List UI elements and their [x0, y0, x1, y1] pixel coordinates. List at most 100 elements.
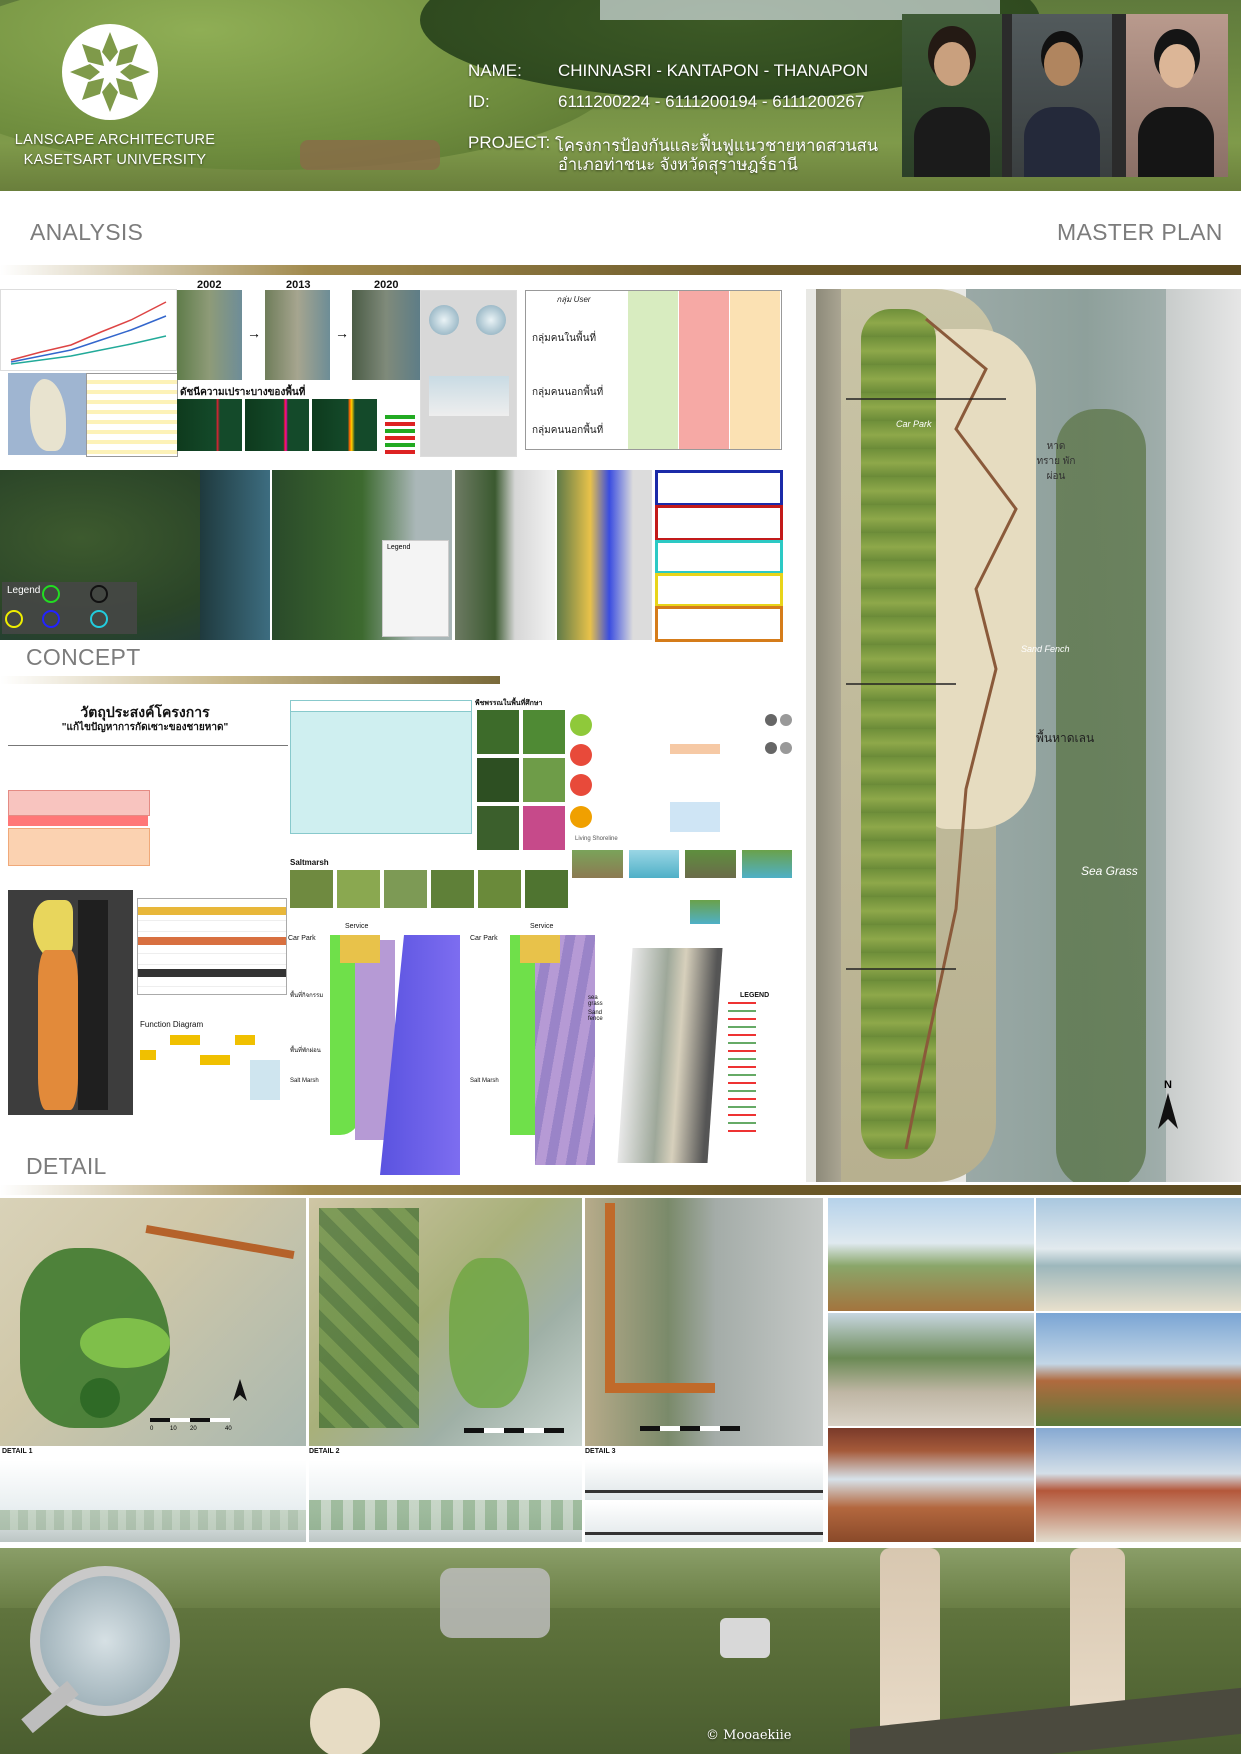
shoreline-blocks — [572, 850, 792, 878]
master-plan-drawing: Car Park หาดทราย พักผ่อน Sand Fench พื้น… — [806, 289, 1241, 1182]
detail-label-3: DETAIL 3 — [585, 1448, 616, 1455]
note-yellow — [655, 573, 783, 607]
zone-label: พื้นที่กิจกรรม — [290, 993, 324, 999]
team-photo-2 — [1012, 14, 1112, 177]
notebook-icon — [440, 1568, 550, 1638]
university-logo-icon — [62, 24, 158, 120]
column-orange — [730, 291, 780, 449]
perspective-pavilion — [828, 1428, 1034, 1542]
detail-plan-3 — [585, 1198, 823, 1446]
team-photo-3 — [1126, 14, 1228, 177]
land-use-map: Legend — [0, 470, 270, 640]
column-red — [679, 291, 729, 449]
section-title-analysis: ANALYSIS — [30, 219, 144, 245]
vulnerability-legend — [385, 415, 415, 455]
zone-map-b — [557, 470, 652, 640]
mp-label-sea-grass: Sea Grass — [1081, 864, 1138, 878]
zone-label: Salt Marsh — [290, 1078, 319, 1084]
detail-label-1: DETAIL 1 — [2, 1448, 33, 1455]
analysis-notes — [655, 470, 783, 642]
user-group-2: กลุ่มคนนอกพื้นที่ — [532, 387, 604, 398]
objective-box-red — [8, 790, 150, 816]
note-cyan — [655, 540, 783, 574]
perspective-deck — [1036, 1428, 1241, 1542]
zone-label: Car Park — [470, 935, 498, 942]
team-photos — [902, 14, 1228, 177]
zone-label: Service — [345, 923, 369, 930]
divider-band — [0, 265, 1241, 275]
zone-label: Car Park — [288, 935, 316, 942]
section-title-concept: CONCEPT — [26, 644, 141, 670]
divider-band — [0, 676, 500, 684]
legend-title: Legend — [7, 585, 41, 596]
zone-label: Salt Marsh — [470, 1078, 499, 1084]
university-line1: LANSCAPE ARCHITECTURE — [14, 132, 216, 148]
user-analysis-table: กลุ่ม User กลุ่มคนในพื้นที่ กลุ่มคนนอกพื… — [525, 290, 782, 450]
zone-label: Service — [530, 923, 554, 930]
sea-level-lines — [10, 301, 167, 365]
vulnerability-title: ดัชนีความเปราะบางของพื้นที่ — [180, 387, 306, 398]
project-line2: อำเภอท่าชนะ จังหวัดสุราษฎร์ธานี — [558, 156, 798, 174]
user-header: กลุ่ม User — [556, 295, 591, 304]
arrow-right-icon: → — [247, 325, 261, 341]
program-table — [137, 898, 287, 995]
zoning-diagram-1: Car Park Service พื้นที่กิจกรรม พื้นที่พ… — [288, 923, 475, 1175]
function-diagram-title: Function Diagram — [140, 1020, 204, 1029]
boardwalk-path — [846, 317, 1018, 1150]
zone-map — [8, 890, 133, 1115]
detail-plan-1: 0 10 20 40 — [0, 1198, 306, 1446]
detail-board: 0 10 20 40 DETAIL 1 DETAIL 2 DETAIL 3 — [0, 1198, 1241, 1548]
perspective-beach — [1036, 1198, 1241, 1311]
saltmarsh-photos — [290, 870, 568, 908]
section-elevation-3b — [585, 1502, 823, 1542]
compass-icon — [310, 1688, 380, 1754]
section-title-master-plan: MASTER PLAN — [1057, 219, 1223, 245]
saltmarsh-label: Saltmarsh — [290, 858, 329, 867]
copyright-text: © Mooaekiie — [706, 1728, 792, 1743]
detail-plan-2 — [309, 1198, 582, 1446]
mp-label-sand-beach: หาดทราย พักผ่อน — [1036, 441, 1076, 482]
section-title-detail: DETAIL — [26, 1153, 107, 1179]
concept-board: วัตถุประสงค์โครงการ "แก้ไขปัญหาการกัดเซา… — [0, 690, 800, 1180]
wood-logs — [300, 140, 440, 170]
north-arrow-icon: N — [1156, 1079, 1180, 1136]
section-elevation-3a — [585, 1460, 823, 1500]
mp-label-mudflat: พื้นหาดเลน — [1036, 731, 1095, 745]
data-table — [86, 373, 178, 457]
legend-title: LEGEND — [740, 992, 770, 999]
thailand-map — [8, 373, 88, 455]
zone-label: sea grass — [588, 995, 603, 1007]
camera-icon — [720, 1618, 770, 1658]
land-legend-title: Legend — [387, 544, 411, 551]
user-group-3: กลุ่มคนนอกพื้นที่ — [532, 425, 604, 436]
objective-quote: "แก้ไขปัญหาการกัดเซาะของชายหาด" — [61, 722, 229, 733]
id-value: 6111200224 - 6111200194 - 6111200267 — [558, 92, 865, 111]
section-elevation-1 — [0, 1460, 306, 1542]
column-green — [628, 291, 678, 449]
footer-banner: © Mooaekiie — [0, 1548, 1241, 1754]
aerial-2002 — [177, 290, 242, 380]
living-shoreline-table — [290, 700, 472, 834]
species-title: พืชพรรณในพื้นที่ศึกษา — [475, 700, 543, 707]
mp-label-sand-fence: Sand Fench — [1021, 644, 1070, 654]
university-line2: KASETSART UNIVERSITY — [23, 152, 207, 168]
map-legend: Legend — [2, 582, 137, 634]
note-red — [655, 505, 783, 541]
zone-map-a — [455, 470, 555, 640]
mp-label-car-park: Car Park — [896, 419, 932, 429]
zone-label: Sand fence — [588, 1010, 603, 1022]
aerial-2020 — [352, 290, 420, 380]
arrow-right-icon: → — [335, 325, 349, 341]
id-label: ID: — [468, 92, 490, 111]
note-orange — [655, 606, 783, 642]
wave-diagram — [420, 290, 517, 457]
function-diagram — [140, 1030, 285, 1105]
walking-legs — [880, 1548, 940, 1748]
vulnerability-maps — [177, 399, 378, 451]
note-blue — [655, 470, 783, 506]
legend-swatches — [728, 1002, 756, 1132]
site-plan-thumb — [617, 948, 723, 1163]
detail-label-2: DETAIL 2 — [309, 1448, 340, 1455]
zone-label: พื้นที่พักผ่อน — [290, 1048, 321, 1054]
aerial-2013 — [265, 290, 330, 380]
